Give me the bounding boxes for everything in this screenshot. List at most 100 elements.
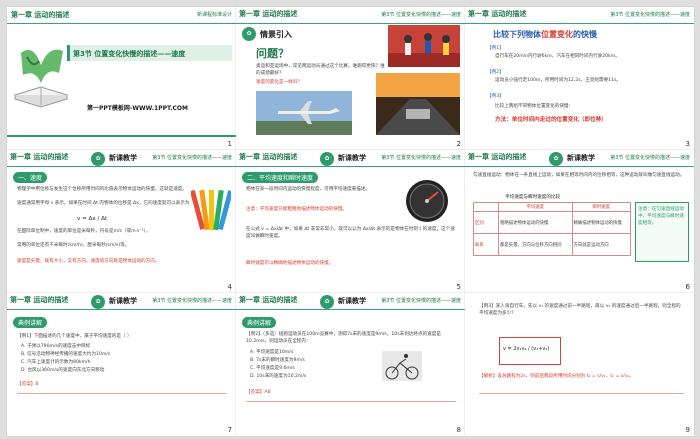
slide-thumbnail-2[interactable]: 第一章 运动的描述 第3节 位置变化快慢的描述——速度 ✿ 情景引入 问题？ 奥… — [236, 7, 465, 150]
unit-text-1: 在国际单位制中，速度的单位是米每秒，符号是m/s（或m·s⁻¹）。 — [17, 229, 151, 234]
unit-text-2: 常用的单位还有千米每时(km/h)、厘米每秒(cm/s)等。 — [17, 243, 130, 248]
slide-number: 4 — [227, 283, 232, 291]
cyclist-image — [382, 351, 422, 381]
chapter-title: 第一章 运动的描述 — [468, 153, 527, 161]
section-title: 第3节 位置变化快慢的描述——速度 — [610, 155, 690, 161]
slide-header: 第一章 运动的描述 第3节 位置变化快慢的描述——速度 — [236, 7, 465, 24]
analysis-rule — [17, 393, 227, 394]
analysis-rule — [479, 393, 684, 394]
scene-icon: ✿ — [242, 27, 256, 41]
slide-number: 7 — [227, 426, 232, 434]
slide-thumbnail-4[interactable]: 第一章 运动的描述 第3节 位置变化快慢的描述——速度 ✿ 新课教学 一、速度 … — [7, 150, 236, 293]
car-photo — [376, 73, 460, 135]
table-cell — [473, 202, 499, 212]
table-header: 瞬时速度 — [571, 202, 631, 212]
lesson-title: 第3节 位置变化快慢的描述——速度 — [73, 50, 186, 58]
section-title: 第3节 位置变化快慢的描述——速度 — [381, 155, 461, 161]
lesson-icon: ✿ — [320, 295, 334, 309]
slide-thumbnail-3[interactable]: 第一章 运动的描述 第3节 位置变化快慢的描述——速度 比较下列物体位置变化的快… — [465, 7, 694, 150]
avg-velocity-note: 注意：平均速度只能粗略地描述物体运动的快慢。 — [246, 207, 348, 212]
new-lesson-label: 新课教学 — [109, 154, 137, 162]
def-text-2: 速度通常用字母 v 表示。如果在时间 Δt 内物体的位移是 Δx，它的速度就可以… — [17, 201, 190, 206]
lesson-icon: ✿ — [91, 152, 105, 166]
table-title: 平均速度与瞬时速度的比较 — [505, 195, 561, 200]
runners-photo — [388, 25, 460, 67]
def-text-1: 物理学中用位移与发生这个位移所用时间的比值表示物体运动的快慢，这就是速度。 — [17, 187, 187, 192]
table-header: 平均速度 — [498, 202, 573, 212]
lesson-icon: ✿ — [320, 152, 334, 166]
new-lesson-label: 新课教学 — [338, 297, 366, 305]
table-row: 平均速度 瞬时速度 — [473, 202, 631, 212]
highlight-word: 位置变化 — [541, 30, 573, 39]
slide-thumbnail-8[interactable]: 第一章 运动的描述 第3节 位置变化快慢的描述——速度 ✿ 新课教学 典例讲解 … — [236, 293, 465, 436]
chapter-title: 第一章 运动的描述 — [11, 11, 70, 19]
new-lesson-label: 新课教学 — [567, 154, 595, 162]
example-3-label: 【例3】 — [487, 94, 504, 99]
velocity-formula: v = Δx / Δt — [77, 216, 108, 222]
brand-text: 第一PPT模板网-WWW.1PPT.COM — [87, 105, 188, 112]
compare-title: 比较下列物体位置变化的快慢 — [493, 30, 597, 39]
uniform-motion-text: 匀速直线运动：物体在一条直线上运动，如果在相等时间内的位移相等，这种运动就叫做匀… — [473, 173, 685, 178]
option-a: A. 平均速度是10m/s — [250, 350, 294, 355]
avg-velocity-text: 物体在某一段时间内运动的快慢程度，可用平均速度来描述。 — [246, 187, 371, 192]
question-stem: 【例1】下面描述的几个速度中，属于平均速度的是（ ） — [17, 334, 132, 339]
bottom-rule — [7, 135, 236, 137]
slide-number: 1 — [227, 140, 232, 148]
slide-thumbnail-5[interactable]: 第一章 运动的描述 第3节 位置变化快慢的描述——速度 ✿ 新课教学 二、平均速… — [236, 150, 465, 293]
lesson-icon: ✿ — [91, 295, 105, 309]
example-pill: 典例讲解 — [242, 317, 277, 328]
slide-thumbnail-9[interactable]: 【例3】某人骑自行车，先以 v₁ 的速度通过前一半路程，再以 v₂ 的速度通过后… — [465, 293, 694, 436]
option-d: D. 台风以360m/s的速度向东北方向移动 — [21, 368, 105, 373]
comparison-table: 平均速度 瞬时速度 区别 粗略描述物体运动的快慢 精确描述物体运动的快慢 联系 … — [473, 202, 631, 256]
table-cell: 都是矢量，方向与位移方向相同 — [498, 233, 573, 256]
table-row-label: 联系 — [473, 233, 499, 256]
slide-thumbnail-1[interactable]: 第一章 运动的描述 新课程标准设计 第3节 位置变化快慢的描述——速度 第一PP… — [7, 7, 236, 150]
table-row: 区别 粗略描述物体运动的快慢 精确描述物体运动的快慢 — [473, 211, 631, 234]
table-cell: 方向就是运动方向 — [571, 233, 631, 256]
slide-number: 3 — [685, 140, 690, 148]
option-a: A. 子弹以790m/s的速度击中目标 — [21, 344, 91, 349]
option-c: C. 汽车上速度计的示数为80km/h — [21, 360, 91, 365]
example-pill: 典例讲解 — [13, 317, 48, 328]
table-cell: 精确描述物体运动的快慢 — [571, 211, 631, 234]
chapter-title: 第一章 运动的描述 — [10, 153, 69, 161]
example-1-text: 自行车在20min内行驶6km，汽车在相同时间内行驶20km。 — [495, 54, 620, 59]
slide-number: 5 — [456, 283, 461, 291]
slide-number: 9 — [685, 426, 690, 434]
table-cell: 粗略描述物体运动的快慢 — [498, 211, 573, 234]
example-3-text: 比较上两组不同物体位置变化的快慢： — [495, 104, 574, 109]
new-lesson-label: 新课教学 — [109, 297, 137, 305]
chapter-title: 第一章 运动的描述 — [239, 10, 298, 18]
scene-heading: 情景引入 — [260, 30, 292, 39]
question-stem: 【例3】某人骑自行车，先以 v₁ 的速度通过前一半路程，再以 v₂ 的速度通过后… — [479, 304, 681, 316]
table-row-label: 区别 — [473, 211, 499, 234]
chapter-title: 第一章 运动的描述 — [10, 296, 69, 304]
option-b: B. 7s末的瞬时速度为9m/s — [250, 358, 305, 363]
example-2-text: 运动员小强行走100m，所用时间为12.2s，王亮则需要11s。 — [495, 78, 621, 83]
scene-question: 速度的变化是一样吗？ — [256, 80, 302, 85]
header-rule — [7, 23, 236, 24]
note-text: 注意：在匀速直线运动中，平均速度与瞬时速度相等。 — [638, 207, 684, 226]
airplane-photo — [256, 91, 352, 135]
colored-pencils-image — [191, 189, 231, 231]
open-book-image — [13, 49, 69, 108]
slide-thumbnail-7[interactable]: 第一章 运动的描述 第3节 位置变化快慢的描述——速度 ✿ 新课教学 典例讲解 … — [7, 293, 236, 436]
slide-thumbnail-6[interactable]: 第一章 运动的描述 第3节 位置变化快慢的描述——速度 ✿ 新课教学 匀速直线运… — [465, 150, 694, 293]
option-d: D. 10s末的速度为10.2m/s — [250, 374, 307, 379]
chapter-title: 第一章 运动的描述 — [239, 296, 298, 304]
example-1-label: 【例1】 — [487, 46, 504, 51]
analysis-text: 【解析】设总路程为2s，则前后两段所用时间分别为 t₁ = s/v₁，t₂ = … — [479, 374, 634, 379]
instant-velocity-note: 瞬时速度可以精确地描述物体运动的快慢。 — [246, 261, 334, 266]
vector-note: 速度是矢量，既有大小，又有方向。速度的方向就是物体运动的方向。 — [17, 259, 160, 264]
analysis-rule — [246, 401, 456, 402]
section-title: 第3节 位置变化快慢的描述——速度 — [610, 12, 690, 18]
example-2-label: 【例2】 — [487, 70, 504, 75]
chapter-title: 第一章 运动的描述 — [239, 153, 298, 161]
question-stem: 【例2】（多选）短跑运动员在100m竞赛中，测得7s末的速度是9m/s，10s末… — [246, 332, 441, 344]
option-c: C. 平均速度是9.6m/s — [250, 366, 295, 371]
slide-number: 6 — [685, 283, 690, 291]
new-lesson-label: 新课教学 — [338, 154, 366, 162]
slide-grid: 第一章 运动的描述 新课程标准设计 第3节 位置变化快慢的描述——速度 第一PP… — [0, 0, 700, 439]
answer-text: 【答案】AB — [246, 390, 271, 395]
average-velocity-formula: v = 2v₁v₂ / (v₁+v₂) — [503, 346, 550, 352]
